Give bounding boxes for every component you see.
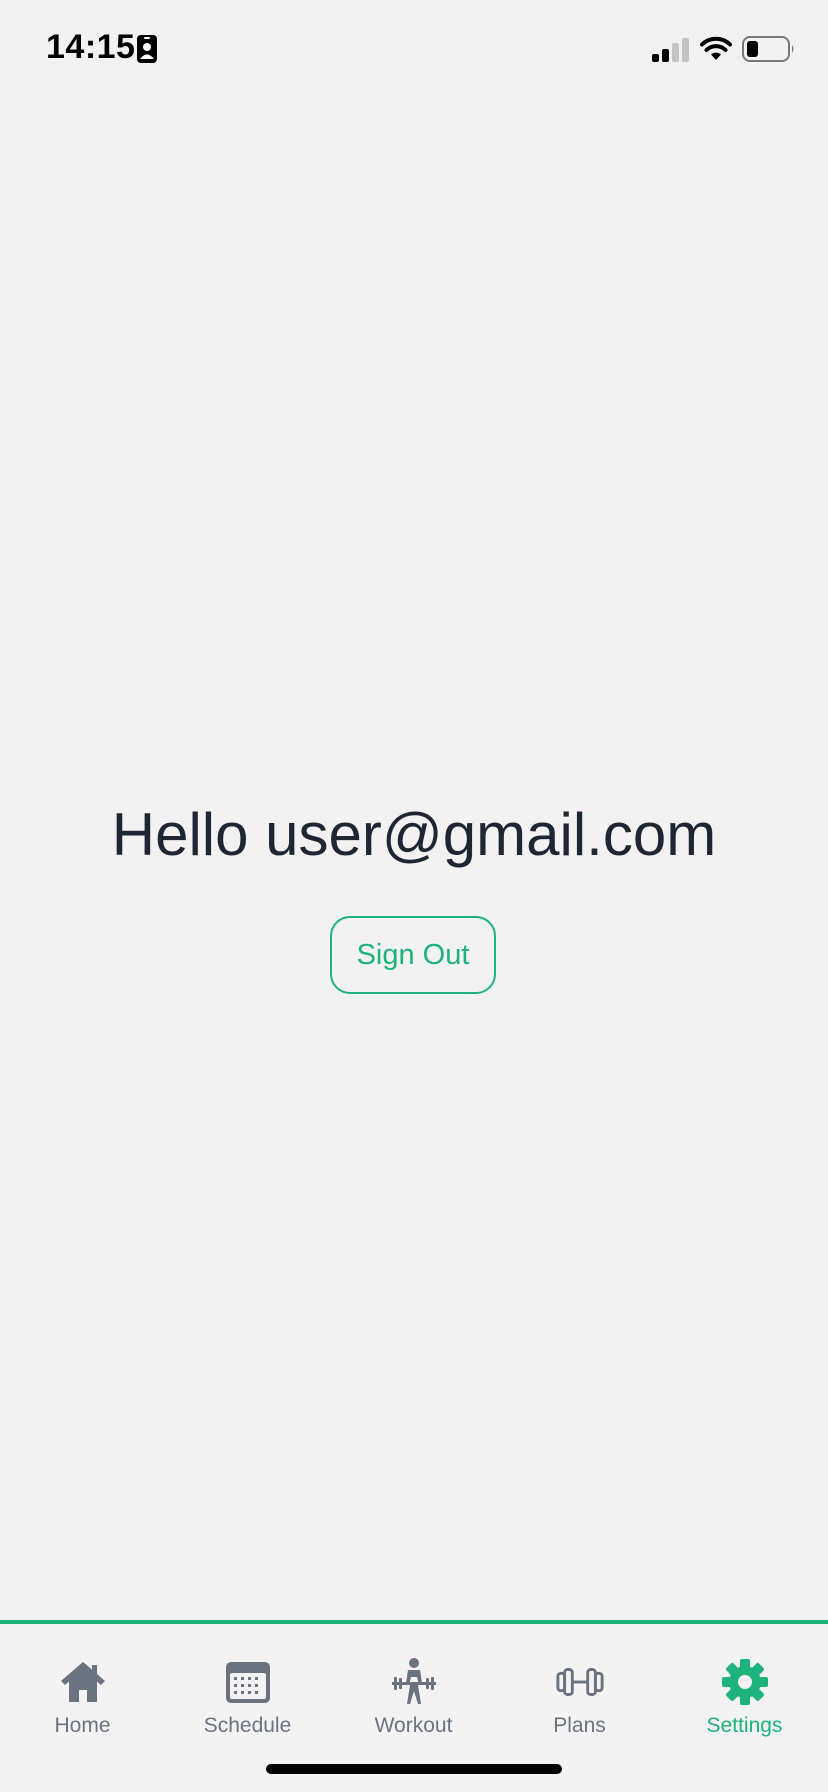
tab-settings[interactable]: Settings (662, 1624, 827, 1744)
status-bar: 14:15 (0, 0, 828, 100)
tab-workout[interactable]: Workout (331, 1624, 496, 1744)
tab-label-workout: Workout (374, 1714, 453, 1737)
home-icon (58, 1658, 108, 1706)
greeting-text: Hello user@gmail.com (111, 801, 717, 868)
status-time: 14:15 (46, 28, 136, 66)
dumbbell-icon (555, 1658, 605, 1706)
tab-home[interactable]: Home (0, 1624, 165, 1744)
tab-label-plans: Plans (553, 1714, 606, 1737)
calendar-icon (223, 1658, 273, 1706)
tab-label-home: Home (54, 1714, 111, 1737)
tab-schedule[interactable]: Schedule (165, 1624, 330, 1744)
sign-out-button[interactable]: Sign Out (330, 916, 496, 994)
tab-label-settings: Settings (706, 1714, 783, 1737)
home-indicator[interactable] (266, 1764, 562, 1774)
tab-plans[interactable]: Plans (497, 1624, 662, 1744)
cellular-signal-icon (652, 38, 689, 62)
tab-label-schedule: Schedule (203, 1714, 292, 1737)
wifi-icon (700, 36, 732, 60)
gear-icon (720, 1658, 770, 1706)
weightlifter-icon (389, 1658, 439, 1706)
id-badge-icon (137, 35, 157, 63)
battery-icon (742, 36, 794, 62)
